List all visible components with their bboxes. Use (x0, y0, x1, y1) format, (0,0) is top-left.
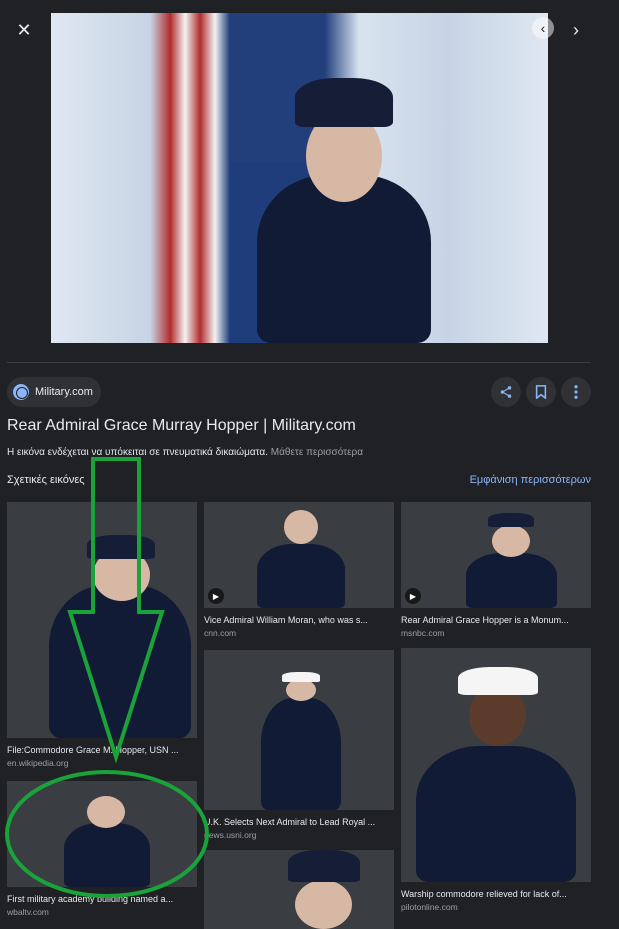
divider (7, 362, 591, 363)
related-thumbnail: ▶ (401, 502, 591, 608)
close-icon: ✕ (16, 19, 32, 40)
chevron-left-icon: ‹ (540, 20, 546, 36)
related-caption: File:Commodore Grace M. Hopper, USN ... (7, 745, 179, 755)
related-card[interactable] (204, 850, 394, 929)
main-image[interactable] (51, 13, 548, 343)
related-card[interactable]: U.K. Selects Next Admiral to Lead Royal … (204, 650, 394, 840)
related-caption: Rear Admiral Grace Hopper is a Monum... (401, 615, 569, 625)
related-site: cnn.com (204, 628, 237, 638)
play-icon: ▶ (405, 588, 421, 604)
related-card[interactable]: File:Commodore Grace M. Hopper, USN ... … (7, 502, 197, 768)
related-images-label: Σχετικές εικόνες (7, 474, 85, 486)
related-thumbnail: ▶ (204, 502, 394, 608)
source-name: Military.com (35, 386, 93, 398)
related-site: msnbc.com (401, 628, 445, 638)
related-card[interactable]: ▶ Rear Admiral Grace Hopper is a Monum..… (401, 502, 591, 638)
save-button[interactable] (526, 377, 556, 407)
related-thumbnail (401, 648, 591, 882)
related-thumbnail (7, 781, 197, 887)
learn-more-link[interactable]: Μάθετε περισσότερα (271, 447, 363, 458)
bookmark-icon (535, 385, 547, 399)
related-thumbnail (7, 502, 197, 738)
related-site: en.wikipedia.org (7, 758, 69, 768)
related-site: wbaltv.com (7, 907, 49, 917)
chevron-right-icon: › (573, 19, 579, 40)
next-button[interactable]: › (561, 15, 591, 45)
related-card[interactable]: ▶ Vice Admiral William Moran, who was s.… (204, 502, 394, 638)
related-thumbnail (204, 650, 394, 810)
close-button[interactable]: ✕ (9, 15, 39, 45)
previous-button[interactable]: ‹ (532, 17, 554, 39)
related-caption: Warship commodore relieved for lack of..… (401, 889, 567, 899)
source-chip[interactable]: Military.com (7, 377, 101, 407)
show-more-link[interactable]: Εμφάνιση περισσότερων (470, 474, 591, 486)
related-card[interactable]: First military academy building named a.… (7, 781, 197, 917)
play-icon: ▶ (208, 588, 224, 604)
share-button[interactable] (491, 377, 521, 407)
image-viewer-panel: ✕ ‹ › Military.com Rear Admiral Grace Mu… (0, 0, 604, 929)
related-caption: Vice Admiral William Moran, who was s... (204, 615, 368, 625)
more-options-button[interactable] (561, 377, 591, 407)
related-site: news.usni.org (204, 830, 257, 840)
related-thumbnail (204, 850, 394, 929)
globe-icon (13, 384, 29, 400)
admiral-figure (250, 72, 439, 343)
copyright-text: Η εικόνα ενδέχεται να υπόκειται σε πνευμ… (7, 447, 268, 458)
related-site: pilotonline.com (401, 902, 458, 912)
copyright-notice: Η εικόνα ενδέχεται να υπόκειται σε πνευμ… (7, 447, 363, 458)
more-vert-icon (574, 385, 578, 399)
share-icon (500, 386, 512, 398)
related-card[interactable]: Warship commodore relieved for lack of..… (401, 648, 591, 912)
related-caption: U.K. Selects Next Admiral to Lead Royal … (204, 817, 376, 827)
image-title[interactable]: Rear Admiral Grace Murray Hopper | Milit… (7, 417, 356, 435)
related-caption: First military academy building named a.… (7, 894, 174, 904)
